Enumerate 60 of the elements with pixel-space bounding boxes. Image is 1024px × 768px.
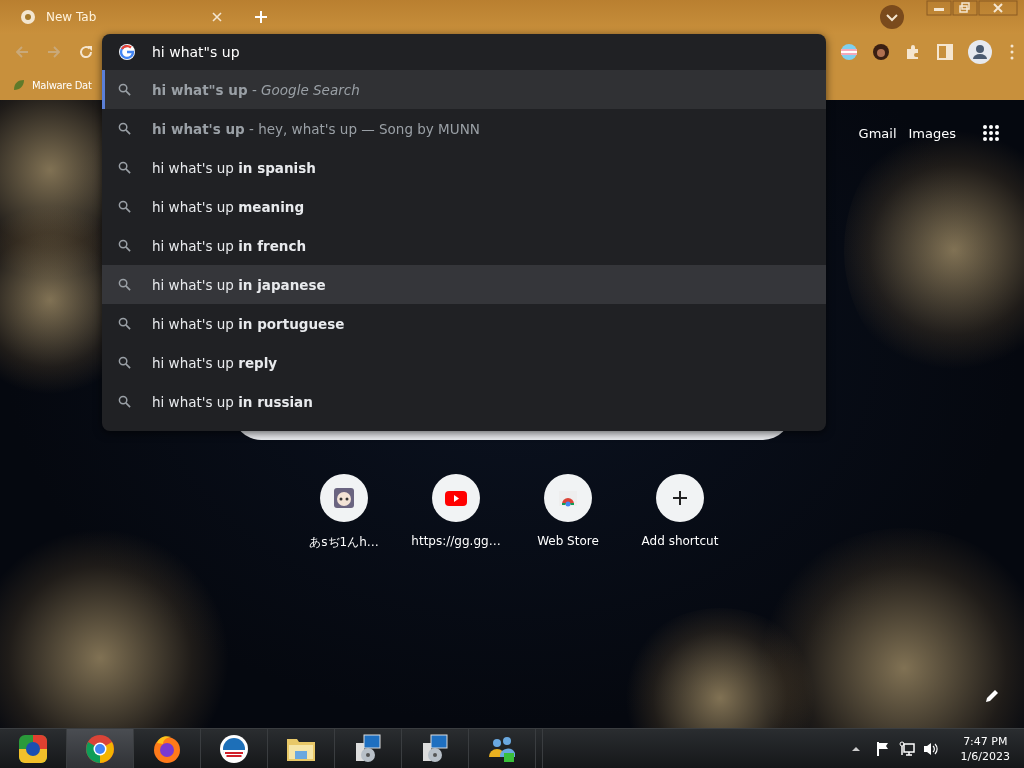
close-icon[interactable] [978,0,1018,16]
suggestion-text: hi what"s up - Google Search [152,81,360,98]
search-icon [118,395,131,408]
striped-circle-icon[interactable] [840,43,858,61]
chrome-icon [84,732,116,765]
search-icon [118,278,131,291]
header-link[interactable]: Images [908,125,956,141]
shortcut-tile[interactable]: Add shortcut [628,474,732,551]
google-icon [118,43,136,61]
suggestion-item[interactable]: hi what's up meaning [102,187,826,226]
search-icon [118,317,131,330]
suggestion-item[interactable]: hi what's up in japanese [102,265,826,304]
clock[interactable]: 7:47 PM 1/6/2023 [960,733,1010,764]
search-icon [118,122,131,135]
avatar-icon[interactable] [872,43,890,61]
chrome-icon [20,9,36,25]
chevron-down-icon[interactable] [880,5,904,29]
network-icon[interactable] [898,740,915,757]
shortcut-tile[interactable]: あsぢ1んh… [292,474,396,551]
time: 7:47 PM [963,733,1008,749]
avatar-icon [332,486,356,510]
search-icon [118,239,131,252]
start-orb-icon [17,732,49,765]
suggestion-item[interactable]: hi what's up in russian [102,382,826,421]
taskbar-button[interactable] [67,729,134,768]
address-field[interactable]: hi what"s up [152,44,826,60]
header-link[interactable]: Gmail [858,125,897,141]
apps-grid-icon[interactable] [982,124,1000,142]
suggestion-text: hi what's up in portuguese [152,315,345,332]
restore-icon[interactable] [952,0,978,16]
striped-circle-logo-icon [218,732,250,765]
suggestion-text: hi what's up reply [152,354,278,371]
suggestion-item[interactable]: hi what's up in spanish [102,148,826,187]
pencil-icon[interactable] [984,688,1000,704]
suggestion-item[interactable]: hi what"s up - Google Search [102,70,826,109]
suggestion-item[interactable]: hi what's up - hey, what's up — Song by MUNN [102,109,826,148]
suggestion-text: hi what's up in french [152,237,307,254]
search-icon [118,356,131,369]
show-hidden-icons-icon[interactable] [850,745,861,752]
suggestion-text: hi what's up in spanish [152,159,316,176]
minimize-icon[interactable] [926,0,952,16]
suggestion-item[interactable]: hi what's up reply [102,343,826,382]
search-icon [118,83,131,96]
new-tab-icon[interactable] [255,11,267,23]
flag-icon[interactable] [874,740,891,757]
suggestion-item[interactable]: hi what's up in french [102,226,826,265]
suggestion-text: hi what's up - hey, what's up — Song by MUNN [152,120,480,137]
volume-icon[interactable] [922,740,939,757]
search-icon [118,161,131,174]
suggestion-text: hi what's up in russian [152,393,313,410]
tab-title: New Tab [46,10,98,24]
leaf-icon [12,78,26,92]
suggestion-text: hi what's up meaning [152,198,305,215]
shortcut-tile[interactable]: Web Store [516,474,620,551]
suggestion-item[interactable]: hi what's up in portuguese [102,304,826,343]
suggestion-text: hi what's up in japanese [152,276,326,293]
profile-icon[interactable] [968,40,992,64]
shortcut-tile[interactable]: https://gg.gg… [404,474,508,551]
date: 1/6/2023 [960,748,1010,764]
search-icon [118,200,131,213]
